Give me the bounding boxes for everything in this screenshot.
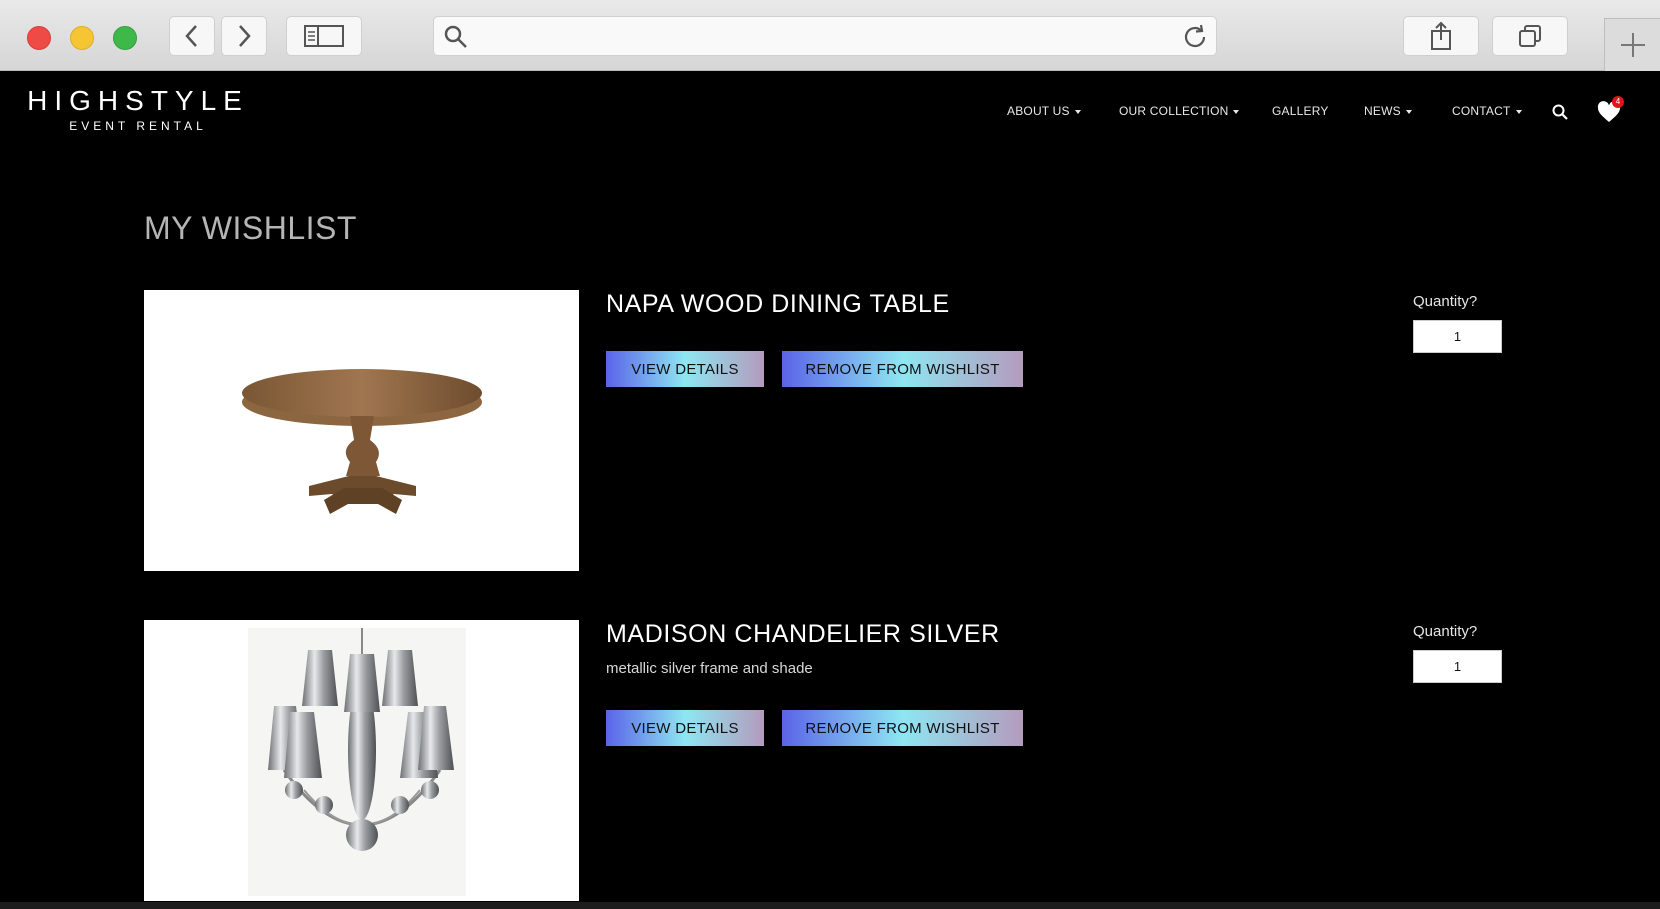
product-name[interactable]: MADISON CHANDELIER SILVER [606,620,1000,649]
quantity-input[interactable] [1413,320,1502,353]
product-name[interactable]: NAPA WOOD DINING TABLE [606,290,950,319]
quantity-label: Quantity? [1413,623,1478,640]
new-tab-button[interactable] [1604,18,1660,71]
address-bar[interactable] [433,16,1217,56]
nav-gallery[interactable]: GALLERY [1272,103,1329,119]
product-description: metallic silver frame and shade [606,660,813,677]
nav-label: GALLERY [1272,104,1329,118]
quantity-label: Quantity? [1413,293,1478,310]
reload-icon[interactable] [1182,23,1210,51]
nav-label: OUR COLLECTION [1119,104,1229,118]
sidebar-toggle-button[interactable] [286,16,362,56]
minimize-window-button[interactable] [70,26,94,50]
page-title: MY WISHLIST [144,210,357,246]
nav-about-us[interactable]: ABOUT US [1007,103,1081,119]
background-window-strip [0,902,1660,909]
wishlist-count-badge: 4 [1612,96,1624,108]
chevron-right-icon [239,25,251,47]
view-details-button[interactable]: VIEW DETAILS [606,351,764,387]
search-icon [444,25,467,48]
remove-from-wishlist-button[interactable]: REMOVE FROM WISHLIST [782,351,1023,387]
nav-news[interactable]: NEWS [1364,103,1412,119]
share-button[interactable] [1403,16,1479,56]
tabs-overview-button[interactable] [1492,16,1568,56]
product-image[interactable] [144,620,579,901]
tabs-icon [1519,25,1541,47]
product-image[interactable] [144,290,579,571]
sidebar-icon [304,25,344,47]
quantity-input[interactable] [1413,650,1502,683]
chandelier-image [248,628,466,896]
maximize-window-button[interactable] [113,26,137,50]
caret-down-icon [1074,109,1081,114]
share-icon [1431,21,1451,50]
search-icon[interactable] [1552,104,1568,120]
caret-down-icon [1405,109,1412,114]
nav-label: NEWS [1364,104,1401,118]
nav-contact[interactable]: CONTACT [1452,103,1522,119]
nav-our-collection[interactable]: OUR COLLECTION [1119,103,1240,119]
back-button[interactable] [169,16,215,56]
nav-label: CONTACT [1452,104,1511,118]
remove-from-wishlist-button[interactable]: REMOVE FROM WISHLIST [782,710,1023,746]
logo-sub-text: EVENT RENTAL [69,119,207,133]
view-details-button[interactable]: VIEW DETAILS [606,710,764,746]
nav-label: ABOUT US [1007,104,1070,118]
caret-down-icon [1515,109,1522,114]
logo-main-text: HIGHSTYLE [27,85,249,116]
close-window-button[interactable] [27,26,51,50]
chevron-left-icon [185,25,197,47]
site-logo[interactable]: HIGHSTYLE EVENT RENTAL [26,85,250,134]
caret-down-icon [1233,109,1240,114]
plus-icon [1620,33,1645,57]
forward-button[interactable] [221,16,267,56]
table-image [242,369,482,514]
browser-toolbar [0,0,1660,71]
